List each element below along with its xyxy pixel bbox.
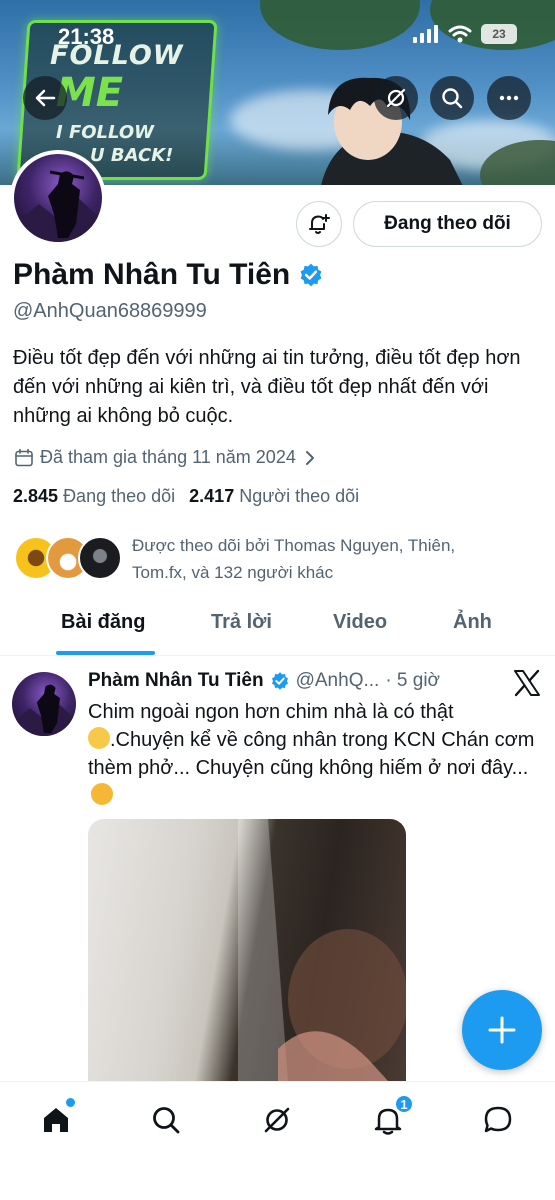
tab-videos[interactable]: Video bbox=[333, 611, 387, 634]
following-button[interactable]: Đang theo dõi bbox=[353, 201, 542, 247]
profile-bio: Điều tốt đẹp đến với những ai tin tưởng,… bbox=[13, 347, 521, 427]
followers-label: Người theo dõi bbox=[239, 486, 360, 506]
banner-promo-text: I FOLLOW bbox=[56, 122, 155, 143]
grok-icon bbox=[386, 88, 406, 108]
status-time: 21:38 bbox=[58, 24, 115, 49]
post-header: Phàm Nhân Tu Tiên @AnhQ... · 5 giờ bbox=[88, 670, 440, 692]
nav-notifications[interactable]: 1 bbox=[368, 1094, 414, 1140]
nav-messages[interactable] bbox=[478, 1100, 518, 1140]
active-tab-indicator bbox=[56, 651, 155, 655]
verified-icon bbox=[271, 672, 288, 690]
avatar-figure bbox=[14, 170, 102, 242]
status-icons: 23 bbox=[413, 24, 517, 44]
post-author-handle: @AnhQ... bbox=[295, 670, 380, 691]
chevron-right-icon bbox=[305, 450, 314, 465]
followers-count: 2.417 bbox=[189, 486, 235, 506]
tab-photos[interactable]: Ảnh bbox=[453, 611, 492, 634]
follow-stats: 2.845 Đang theo dõi 2.417 Người theo dõi bbox=[13, 486, 359, 507]
hugging-face-emoji-icon bbox=[91, 783, 113, 805]
avatar-figure bbox=[12, 684, 76, 736]
post-text-line: .Chuyện kể về công nhân trong KCN Chán c… bbox=[88, 729, 535, 779]
x-logo-icon bbox=[514, 669, 540, 697]
post-body: Chim ngoài ngon hơn chim nhà là có thật … bbox=[88, 698, 548, 810]
grok-button[interactable] bbox=[374, 76, 418, 120]
joined-date-row[interactable]: Đã tham gia tháng 11 năm 2024 bbox=[14, 447, 318, 468]
verified-icon[interactable] bbox=[298, 262, 324, 288]
profile-handle: @AnhQuan68869999 bbox=[13, 300, 207, 322]
post-author-name[interactable]: Phàm Nhân Tu Tiên bbox=[88, 670, 264, 692]
nav-grok[interactable] bbox=[257, 1100, 297, 1140]
post-time: · 5 giờ bbox=[385, 670, 441, 691]
tab-replies[interactable]: Trả lời bbox=[211, 611, 272, 634]
post-video-thumbnail[interactable] bbox=[88, 819, 406, 1081]
battery-indicator: 23 bbox=[481, 24, 517, 44]
following-stat[interactable]: 2.845 Đang theo dõi bbox=[13, 486, 175, 507]
tab-posts[interactable]: Bài đăng bbox=[61, 611, 145, 634]
compose-post-button[interactable] bbox=[462, 990, 542, 1070]
more-icon bbox=[499, 95, 519, 101]
followed-by-row[interactable]: Được theo dõi bởi Thomas Nguyen, Thiên, … bbox=[14, 534, 512, 586]
home-icon bbox=[44, 1108, 68, 1132]
followers-stat[interactable]: 2.417 Người theo dõi bbox=[189, 486, 359, 507]
display-name-text: Phàm Nhân Tu Tiên bbox=[13, 258, 291, 291]
mutual-followers-avatars bbox=[14, 534, 126, 582]
profile-tabs: Bài đăng Trả lời Video Ảnh bbox=[0, 600, 555, 656]
home-new-dot bbox=[66, 1098, 75, 1107]
wifi-icon bbox=[448, 25, 472, 43]
bottom-navigation: 1 bbox=[0, 1081, 555, 1200]
following-count: 2.845 bbox=[13, 486, 59, 506]
compose-plus-icon bbox=[488, 1016, 516, 1044]
notification-badge: 1 bbox=[394, 1094, 414, 1114]
notifications-subscribe-button[interactable] bbox=[296, 201, 342, 247]
profile-avatar[interactable] bbox=[10, 150, 106, 246]
bell-plus-icon bbox=[309, 214, 330, 234]
followed-by-text: Được theo dõi bởi Thomas Nguyen, Thiên, … bbox=[132, 536, 456, 582]
post-text-line: Chim ngoài ngon hơn chim nhà là có thật bbox=[88, 701, 454, 723]
signal-icon bbox=[413, 25, 438, 43]
back-arrow-icon bbox=[35, 89, 56, 107]
profile-display-name: Phàm Nhân Tu Tiên bbox=[13, 258, 324, 292]
following-label: Đang theo dõi bbox=[63, 486, 176, 506]
calendar-icon bbox=[15, 448, 33, 466]
grok-icon bbox=[264, 1107, 290, 1133]
messages-icon bbox=[484, 1106, 512, 1133]
search-icon bbox=[153, 1107, 180, 1134]
zany-face-emoji-icon bbox=[88, 727, 110, 749]
nav-home[interactable] bbox=[36, 1098, 76, 1140]
more-options-button[interactable] bbox=[487, 76, 531, 120]
avatar bbox=[78, 536, 122, 580]
nav-search[interactable] bbox=[146, 1100, 186, 1140]
profile-search-button[interactable] bbox=[430, 76, 474, 120]
joined-date-text: Đã tham gia tháng 11 năm 2024 bbox=[40, 447, 296, 467]
search-icon bbox=[442, 88, 463, 109]
post-media-image bbox=[238, 819, 406, 1081]
back-button[interactable] bbox=[23, 76, 67, 120]
banner-promo-text: U BACK! bbox=[90, 145, 174, 166]
post-author-avatar[interactable] bbox=[12, 672, 76, 736]
banner-foliage bbox=[260, 0, 420, 50]
